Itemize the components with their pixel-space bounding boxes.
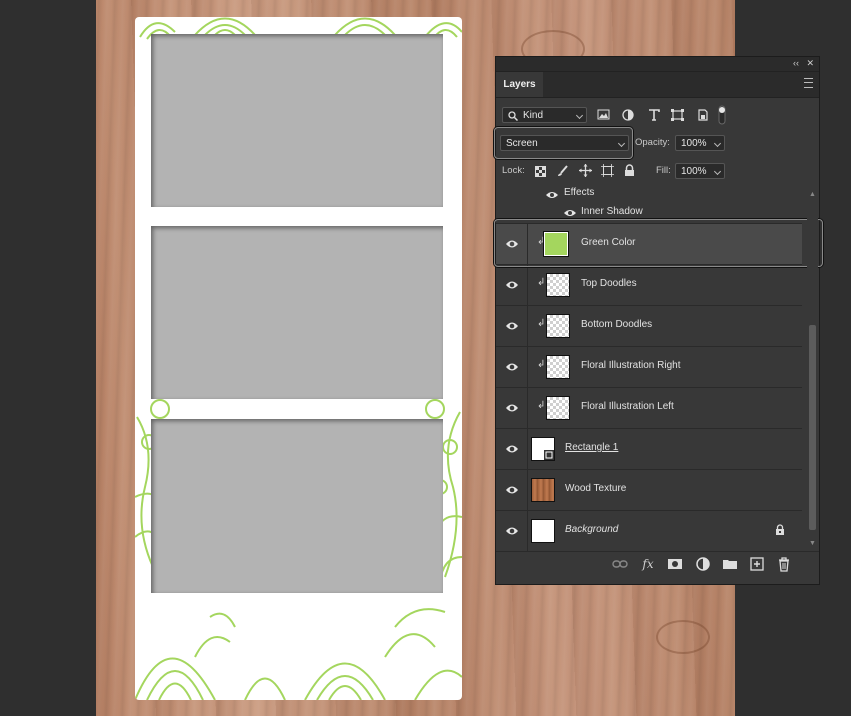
divider — [527, 470, 528, 510]
tab-layers[interactable]: Layers — [496, 72, 543, 97]
wood-knot — [656, 620, 710, 654]
eye-icon[interactable] — [505, 484, 519, 496]
panel-title-bar: ‹‹ ✕ — [496, 57, 819, 72]
blend-mode-highlight — [494, 127, 633, 159]
clipping-mask-icon: ↲ — [537, 359, 546, 370]
delete-layer-icon[interactable] — [776, 556, 792, 572]
scrollbar-thumb[interactable] — [809, 325, 816, 530]
filter-kind-label: Kind — [523, 110, 544, 121]
lock-image-pixels-icon[interactable] — [557, 165, 569, 177]
photo-frame-3 — [151, 419, 443, 593]
divider — [527, 388, 528, 428]
filter-toggle-icon[interactable] — [718, 105, 726, 125]
new-group-icon[interactable] — [722, 556, 738, 572]
eye-icon[interactable] — [563, 208, 577, 218]
eye-icon[interactable] — [505, 320, 519, 332]
eye-icon[interactable] — [505, 443, 519, 455]
lock-position-icon[interactable] — [579, 164, 592, 177]
chevron-down-icon — [713, 139, 722, 148]
layer-name: Rectangle 1 — [565, 442, 619, 453]
layers-bottom-toolbar: fx — [496, 551, 819, 576]
layer-name: Floral Illustration Left — [581, 401, 674, 412]
layers-panel: ‹‹ ✕ Layers Kind Screen Opacity: 100% Lo… — [494, 56, 823, 585]
close-panel-icon[interactable]: ✕ — [806, 58, 814, 69]
shape-filter-icon[interactable] — [671, 109, 685, 121]
divider — [527, 429, 528, 469]
layer-name: Bottom Doodles — [581, 319, 653, 330]
adjustment-filter-icon[interactable] — [622, 109, 636, 121]
layer-thumbnail — [546, 355, 570, 379]
shape-layer-icon — [544, 450, 554, 460]
eye-icon[interactable] — [505, 361, 519, 373]
layer-name: Background — [565, 524, 619, 535]
filter-kind-select[interactable]: Kind — [502, 107, 587, 123]
divider — [527, 347, 528, 387]
clipping-mask-icon: ↲ — [537, 277, 546, 288]
layer-name: Wood Texture — [565, 483, 627, 494]
type-filter-icon[interactable] — [647, 109, 661, 121]
layer-thumbnail — [531, 519, 555, 543]
layer-bottom-doodles[interactable]: ↲ Bottom Doodles — [496, 305, 802, 346]
lock-icon — [776, 524, 784, 535]
panel-menu-icon[interactable] — [804, 78, 813, 88]
search-icon — [508, 111, 518, 121]
layer-wood-texture[interactable]: Wood Texture — [496, 469, 802, 510]
adjustment-layer-icon[interactable] — [695, 556, 711, 572]
lock-row: Lock: Fill: 100% — [496, 163, 819, 181]
divider — [527, 306, 528, 346]
effects-label: Effects — [564, 187, 595, 198]
lock-transparent-pixels-icon[interactable] — [535, 166, 546, 177]
lock-all-icon[interactable] — [624, 164, 635, 177]
layer-rectangle-1[interactable]: Rectangle 1 — [496, 428, 802, 469]
smart-object-filter-icon[interactable] — [696, 109, 710, 121]
opacity-label: Opacity: — [635, 137, 670, 148]
collapse-panel-icon[interactable]: ‹‹ — [793, 58, 799, 68]
layer-thumbnail — [531, 437, 555, 461]
add-mask-icon[interactable] — [667, 556, 683, 572]
layer-background[interactable]: Background — [496, 510, 802, 551]
photo-frame-1 — [151, 34, 443, 207]
layer-top-doodles[interactable]: ↲ Top Doodles — [496, 264, 802, 305]
eye-icon[interactable] — [505, 525, 519, 537]
scroll-down-icon[interactable]: ▼ — [809, 540, 816, 547]
layer-name: Floral Illustration Right — [581, 360, 681, 371]
scroll-up-icon[interactable]: ▲ — [809, 191, 816, 198]
layer-thumbnail — [546, 273, 570, 297]
chevron-down-icon — [575, 111, 584, 120]
layer-thumbnail — [531, 478, 555, 502]
inner-shadow-label: Inner Shadow — [581, 206, 643, 217]
opacity-input[interactable]: 100% — [675, 135, 725, 151]
layer-floral-left[interactable]: ↲ Floral Illustration Left — [496, 387, 802, 428]
photo-frame-2 — [151, 226, 443, 399]
opacity-value: 100% — [681, 138, 707, 149]
link-layers-icon[interactable] — [612, 556, 628, 572]
fill-value: 100% — [681, 166, 707, 177]
layer-name: Top Doodles — [581, 278, 637, 289]
clipping-mask-icon: ↲ — [537, 400, 546, 411]
layer-floral-right[interactable]: ↲ Floral Illustration Right — [496, 346, 802, 387]
layer-thumbnail — [546, 314, 570, 338]
panel-tab-bar: Layers — [496, 72, 819, 98]
image-filter-icon[interactable] — [597, 109, 611, 121]
fill-input[interactable]: 100% — [675, 163, 725, 179]
lock-artboard-icon[interactable] — [601, 164, 614, 177]
clipping-mask-icon: ↲ — [537, 318, 546, 329]
fill-label: Fill: — [656, 165, 671, 176]
selected-layer-highlight — [494, 219, 823, 267]
layer-list-scrollbar[interactable]: ▲ ▼ — [807, 185, 818, 551]
divider — [527, 265, 528, 305]
eye-icon[interactable] — [505, 402, 519, 414]
eye-icon[interactable] — [505, 279, 519, 291]
fx-icon[interactable]: fx — [640, 556, 656, 572]
divider — [527, 511, 528, 551]
filter-row: Kind — [496, 105, 819, 125]
lock-label: Lock: — [502, 165, 525, 176]
photo-strip — [135, 17, 462, 700]
chevron-down-icon — [713, 167, 722, 176]
eye-icon[interactable] — [545, 190, 559, 200]
layer-thumbnail — [546, 396, 570, 420]
new-layer-icon[interactable] — [749, 556, 765, 572]
